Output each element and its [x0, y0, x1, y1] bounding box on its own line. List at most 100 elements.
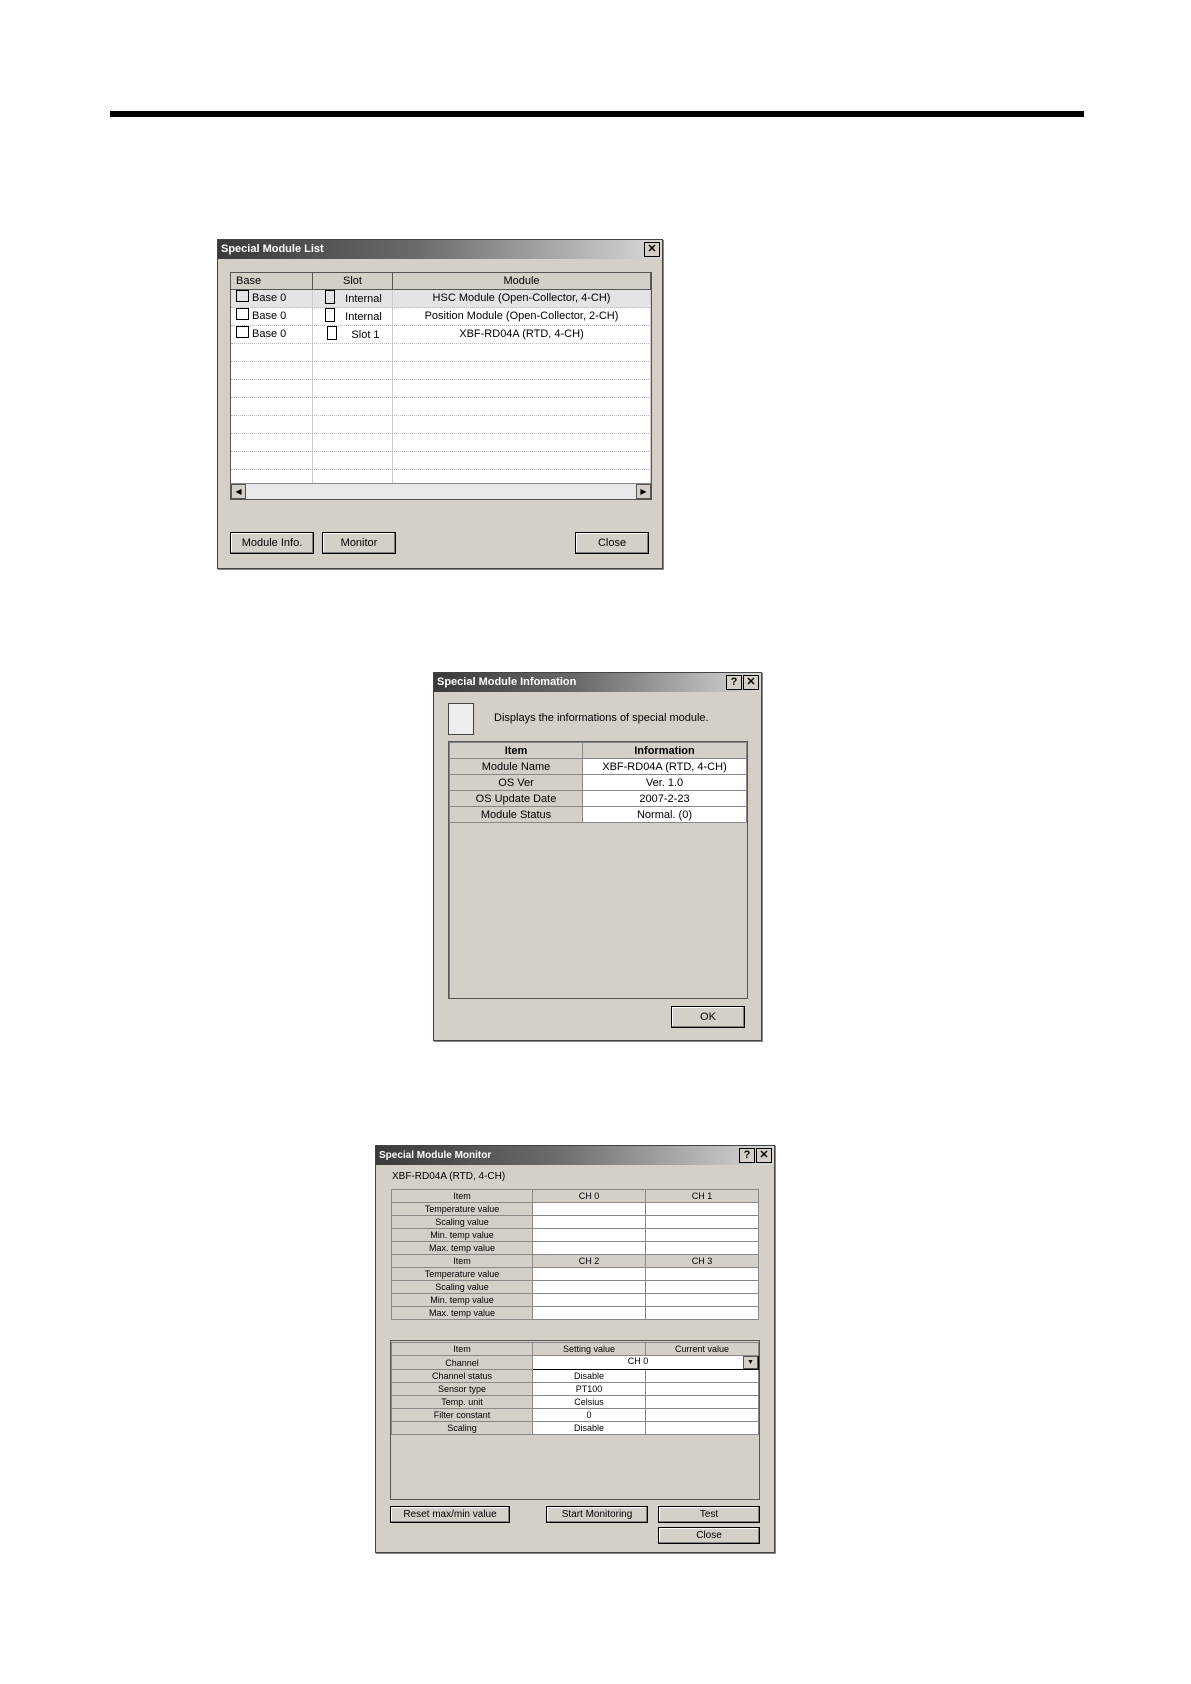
close-icon[interactable]: ✕: [756, 1148, 772, 1163]
table-row: OS Ver Ver. 1.0: [449, 774, 747, 791]
module-icon: [448, 703, 474, 735]
header-slot[interactable]: Slot: [313, 273, 393, 289]
window-title: Special Module List ✕: [218, 240, 662, 259]
start-monitoring-button[interactable]: Start Monitoring: [546, 1506, 648, 1523]
cell-slot: Internal: [345, 311, 382, 323]
item-label: Module Name: [449, 758, 583, 775]
help-icon[interactable]: ?: [726, 675, 742, 690]
base-icon: [236, 290, 249, 302]
close-icon[interactable]: ✕: [644, 242, 660, 257]
settings-table: Item Setting value Current value Channel…: [391, 1342, 759, 1435]
close-icon[interactable]: ✕: [743, 675, 759, 690]
header-item: Item: [449, 742, 583, 759]
window-title-text: Special Module List: [221, 243, 324, 255]
item-label: OS Ver: [449, 774, 583, 791]
page-top-rule: [110, 111, 1084, 117]
info-table: Item Information Module Name XBF-RD04A (…: [449, 742, 747, 823]
table-row: Module Status Normal. (0): [449, 806, 747, 823]
header-base[interactable]: Base: [231, 273, 313, 289]
description-text: Displays the informations of special mod…: [494, 712, 709, 724]
item-value: 2007-2-23: [582, 790, 747, 807]
help-icon[interactable]: ?: [739, 1148, 755, 1163]
table-row: OS Update Date 2007-2-23: [449, 790, 747, 807]
table-row[interactable]: Base 0 Internal HSC Module (Open-Collect…: [231, 290, 651, 308]
cell-module: HSC Module (Open-Collector, 4-CH): [393, 290, 651, 307]
empty-row: [231, 380, 651, 398]
header-information: Information: [582, 742, 747, 759]
table-row: Sensor type PT100: [391, 1382, 759, 1396]
chevron-down-icon[interactable]: ▼: [743, 1356, 758, 1369]
close-button[interactable]: Close: [658, 1527, 760, 1544]
item-label: Scaling value: [391, 1280, 533, 1294]
empty-row: [231, 452, 651, 470]
header-ch3: CH 3: [645, 1254, 759, 1268]
setting-value: PT100: [532, 1382, 646, 1396]
test-button[interactable]: Test: [658, 1506, 760, 1523]
item-value: Normal. (0): [582, 806, 747, 823]
empty-row: [231, 434, 651, 452]
item-label: Temperature value: [391, 1267, 533, 1281]
header-item: Item: [391, 1189, 533, 1203]
table-row: Min. temp value: [391, 1293, 759, 1307]
special-module-monitor-window: Special Module Monitor ? ✕ XBF-RD04A (RT…: [375, 1145, 775, 1553]
header-item: Item: [391, 1342, 533, 1356]
ok-button[interactable]: OK: [671, 1006, 745, 1028]
table-row[interactable]: Base 0 Internal Position Module (Open-Co…: [231, 308, 651, 326]
cell-base: Base 0: [252, 328, 287, 340]
horizontal-scrollbar[interactable]: ◀ ▶: [231, 483, 651, 499]
header-item: Item: [391, 1254, 533, 1268]
channel-select-value: CH 0: [627, 1356, 649, 1366]
header-module[interactable]: Module: [393, 273, 651, 289]
cell-slot: Internal: [345, 293, 382, 305]
close-button[interactable]: Close: [575, 532, 649, 554]
special-module-info-window: Special Module Infomation ? ✕ Displays t…: [433, 672, 762, 1041]
cell-base: Base 0: [252, 292, 287, 304]
slot-icon: [327, 326, 338, 340]
channel-select[interactable]: CH 0 ▼: [532, 1355, 759, 1370]
module-name: XBF-RD04A (RTD, 4-CH): [392, 1171, 506, 1182]
table-header: Item CH 2 CH 3: [391, 1254, 759, 1268]
header-setting-value: Setting value: [532, 1342, 646, 1356]
base-icon: [236, 326, 249, 338]
table-row: Scaling value: [391, 1215, 759, 1229]
table-header: Item Setting value Current value: [391, 1342, 759, 1356]
table-row[interactable]: Base 0 Slot 1 XBF-RD04A (RTD, 4-CH): [231, 326, 651, 344]
reset-max-min-button[interactable]: Reset max/min value: [390, 1506, 510, 1523]
scroll-right-icon[interactable]: ▶: [636, 484, 651, 499]
special-module-list-window: Special Module List ✕ Base Slot Module B…: [217, 239, 663, 569]
empty-row: [231, 416, 651, 434]
item-label: Scaling: [391, 1421, 533, 1435]
table-row: Min. temp value: [391, 1228, 759, 1242]
setting-value: Celsius: [532, 1395, 646, 1409]
table-row: Filter constant 0: [391, 1408, 759, 1422]
module-info-button[interactable]: Module Info.: [230, 532, 314, 554]
empty-row: [231, 362, 651, 380]
item-label: Sensor type: [391, 1382, 533, 1396]
item-value: XBF-RD04A (RTD, 4-CH): [582, 758, 747, 775]
header-current-value: Current value: [645, 1342, 759, 1356]
scroll-left-icon[interactable]: ◀: [231, 484, 246, 499]
item-label: Channel: [391, 1355, 533, 1370]
info-panel: Item Information Module Name XBF-RD04A (…: [448, 741, 748, 999]
item-label: Min. temp value: [391, 1228, 533, 1242]
monitor-button[interactable]: Monitor: [322, 532, 396, 554]
item-label: Module Status: [449, 806, 583, 823]
table-row: Channel CH 0 ▼: [391, 1355, 759, 1370]
window-title-text: Special Module Monitor: [379, 1150, 492, 1161]
item-label: Channel status: [391, 1369, 533, 1383]
header-ch2: CH 2: [532, 1254, 646, 1268]
cell-base: Base 0: [252, 310, 287, 322]
table-row: Module Name XBF-RD04A (RTD, 4-CH): [449, 758, 747, 775]
table-row: Scaling value: [391, 1280, 759, 1294]
empty-row: [231, 344, 651, 362]
monitor-values-table: Item CH 0 CH 1 Temperature value Scaling…: [391, 1189, 759, 1320]
item-label: Max. temp value: [391, 1306, 533, 1320]
cell-slot: Slot 1: [351, 329, 380, 341]
base-icon: [236, 308, 249, 320]
grid-header: Base Slot Module: [231, 273, 651, 290]
window-title: Special Module Infomation ? ✕: [434, 673, 761, 692]
table-row: Max. temp value: [391, 1306, 759, 1320]
slot-icon: [325, 308, 336, 322]
table-row: Max. temp value: [391, 1241, 759, 1255]
setting-value: Disable: [532, 1369, 646, 1383]
